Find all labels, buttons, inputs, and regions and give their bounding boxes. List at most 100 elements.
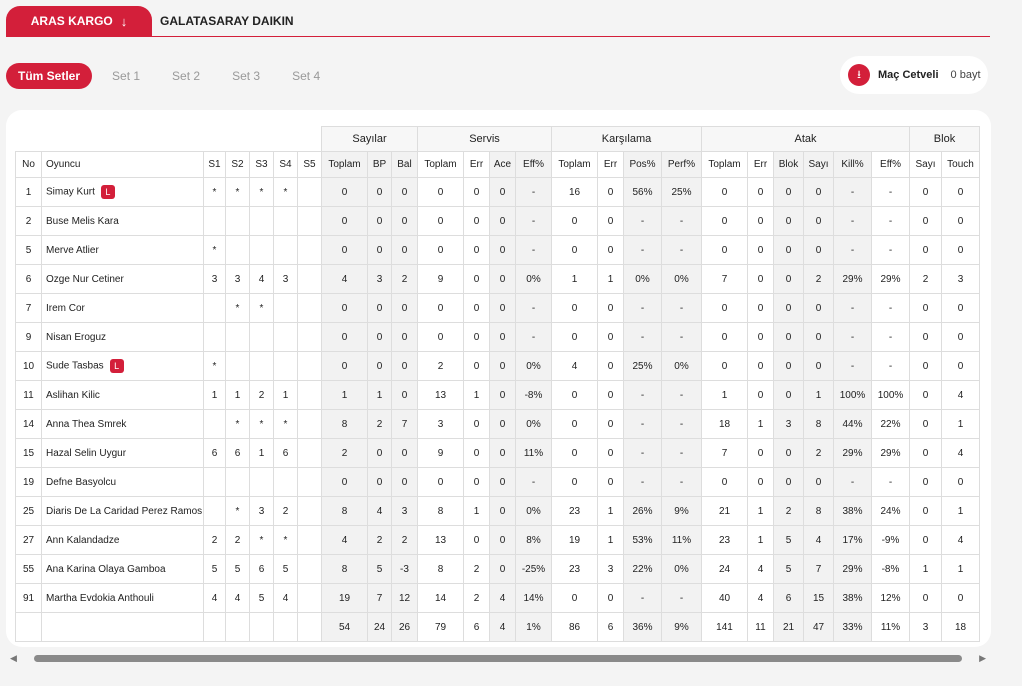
stat-cell: 0 — [463, 525, 490, 555]
stat-cell: 0% — [661, 351, 702, 381]
column-header: S4 — [273, 151, 298, 178]
stat-cell: 13 — [417, 380, 464, 410]
stat-cell: 0 — [489, 380, 516, 410]
stat-cell: 0 — [597, 351, 624, 381]
stat-cell: 0 — [463, 438, 490, 468]
team-tab-galatasaray[interactable]: GALATASARAY DAIKIN — [160, 6, 294, 36]
stat-cell: - — [515, 322, 552, 352]
set-position: * — [203, 235, 226, 265]
stat-cell: - — [871, 293, 910, 323]
table-row[interactable]: 10 Sude Tasbas L * 0 0 0 2 0 0 0% 4 0 25% 0% 0 0 0 0- -0 0 — [15, 351, 980, 381]
stat-cell: - — [623, 438, 662, 468]
horizontal-scrollbar[interactable]: ◀ ▶ — [6, 651, 990, 665]
table-row[interactable]: 9 Nisan Eroguz 0 0 0 0 0 0-0 0- -0 0 0 0- -0 0 — [15, 322, 980, 352]
total-cell: 9% — [661, 612, 702, 642]
stat-cell: 0 — [747, 467, 774, 497]
stat-cell: 17% — [833, 525, 872, 555]
stat-cell: 0 — [909, 177, 942, 207]
stat-cell: 16 — [551, 177, 598, 207]
table-row[interactable]: 15 Hazal Selin Uygur 6 6 1 6 2 0 0 9 0 0 11% 0 0- -7 0 0 2… — [15, 438, 980, 468]
stat-cell: - — [833, 467, 872, 497]
table-row[interactable]: 6 Ozge Nur Cetiner 3 3 4 3 4 3 2 9 0 0 0% 1 1 0% 0% 7 0 0 2 2… — [15, 264, 980, 294]
stat-cell: 2 — [463, 583, 490, 613]
download-icon: ⭳ — [848, 64, 870, 86]
set-pill-all[interactable]: Tüm Setler — [6, 63, 93, 89]
set-position — [225, 322, 250, 352]
stat-cell: 0 — [773, 206, 804, 236]
table-row[interactable]: 27 Ann Kalandadze 2 2 * * 4 2 2 13 0 0 8% 19 1 53% 11% 23… — [15, 525, 980, 555]
player-number: 11 — [15, 380, 42, 410]
total-cell: 11 — [747, 612, 774, 642]
table-cell — [249, 612, 274, 642]
stat-cell: 0 — [551, 409, 598, 439]
set-position — [273, 351, 298, 381]
group-blok: Blok — [909, 126, 980, 152]
table-row[interactable]: 91 Martha Evdokia Anthouli 4 4 5 4 19 7 12 14 2 4 14… — [15, 583, 980, 613]
stat-cell: 0 — [941, 206, 980, 236]
stat-cell: 3 — [941, 264, 980, 294]
set-position: * — [249, 525, 274, 555]
stat-cell: 0 — [417, 206, 464, 236]
set-position: * — [225, 293, 250, 323]
scroll-right-icon[interactable]: ▶ — [979, 653, 986, 664]
set-position: 5 — [225, 554, 250, 584]
set-pill-3[interactable]: Set 3 — [220, 63, 272, 89]
match-sheet-download[interactable]: ⭳ Maç Cetveli 0 bayt — [840, 56, 988, 94]
table-row[interactable]: 5 Merve Atlier * 0 0 0 0 0 0-0 0- -0 0 0 0- -0 0 — [15, 235, 980, 265]
stat-cell: 1 — [747, 496, 774, 526]
column-header: Sayı — [909, 151, 942, 178]
table-row[interactable]: 7 Irem Cor * * 0 0 0 0 0 0-0 0- -0 0 0 0- -0 0 — [15, 293, 980, 323]
table-row[interactable]: 25 Diaris De La Caridad Perez Ramos * 3 2 8 4 3… — [15, 496, 980, 526]
stat-cell: 0 — [489, 264, 516, 294]
set-position — [297, 409, 322, 439]
stat-cell: 0 — [747, 293, 774, 323]
player-number: 91 — [15, 583, 42, 613]
stat-cell: -8% — [515, 380, 552, 410]
stat-cell: 0 — [417, 467, 464, 497]
table-row[interactable]: 55 Ana Karina Olaya Gamboa 5 5 6 5 8 5 -3 8 2 0 -25%… — [15, 554, 980, 584]
stat-cell: 4 — [941, 438, 980, 468]
stat-cell: 5 — [367, 554, 392, 584]
table-row[interactable]: 19 Defne Basyolcu 0 0 0 0 0 0-0 0- -0 0 0 0- -0 0 — [15, 467, 980, 497]
table-row[interactable]: 1 Simay Kurt L * * * * 0 0 0 0 0 0-16 0 56% 25% 0 0 0 0- -0 0 — [15, 177, 980, 207]
player-name-cell: Defne Basyolcu — [41, 467, 204, 497]
stat-cell: 15 — [803, 583, 834, 613]
set-pill-4[interactable]: Set 4 — [280, 63, 332, 89]
stat-cell: 0 — [367, 438, 392, 468]
stat-cell: 4 — [803, 525, 834, 555]
stat-cell: 25% — [661, 177, 702, 207]
set-position — [297, 525, 322, 555]
stat-cell: 25% — [623, 351, 662, 381]
team-tab-aras-kargo[interactable]: ARAS KARGO ↓ — [6, 6, 152, 36]
stat-cell: 19 — [551, 525, 598, 555]
stat-cell: 0 — [747, 264, 774, 294]
total-cell: 79 — [417, 612, 464, 642]
set-position: 4 — [249, 264, 274, 294]
stat-cell: 0% — [623, 264, 662, 294]
scroll-left-icon[interactable]: ◀ — [10, 653, 17, 664]
stat-cell: 2 — [367, 525, 392, 555]
group-atak: Atak — [701, 126, 910, 152]
set-position: * — [225, 177, 250, 207]
team-tab-label: ARAS KARGO — [30, 14, 113, 28]
stat-cell: 1 — [941, 496, 980, 526]
table-row[interactable]: 14 Anna Thea Smrek * * * 8 2 7 3 0 0 0% 0 0- -18 1 3 8 44%… — [15, 409, 980, 439]
column-header: BP — [367, 151, 392, 178]
player-name-cell: Ozge Nur Cetiner — [41, 264, 204, 294]
set-position — [297, 177, 322, 207]
set-pill-2[interactable]: Set 2 — [160, 63, 212, 89]
player-name: Aslihan Kilic — [46, 389, 100, 401]
table-row[interactable]: 2 Buse Melis Kara 0 0 0 0 0 0-0 0- -0 0 0 0- -0 0 — [15, 206, 980, 236]
player-number: 7 — [15, 293, 42, 323]
set-pill-1[interactable]: Set 1 — [100, 63, 152, 89]
stat-cell: 0 — [701, 293, 748, 323]
table-row[interactable]: 11 Aslihan Kilic 1 1 2 1 1 1 0 13 1 0 -8% 0 0- -1 0 0 1 100… — [15, 380, 980, 410]
stat-cell: - — [623, 380, 662, 410]
stat-cell: 1 — [597, 525, 624, 555]
stat-cell: - — [833, 322, 872, 352]
stat-cell: 2 — [803, 438, 834, 468]
stat-cell: 2 — [321, 438, 368, 468]
stat-cell: 0 — [747, 438, 774, 468]
total-cell: 4 — [489, 612, 516, 642]
scroll-thumb[interactable] — [34, 655, 962, 662]
